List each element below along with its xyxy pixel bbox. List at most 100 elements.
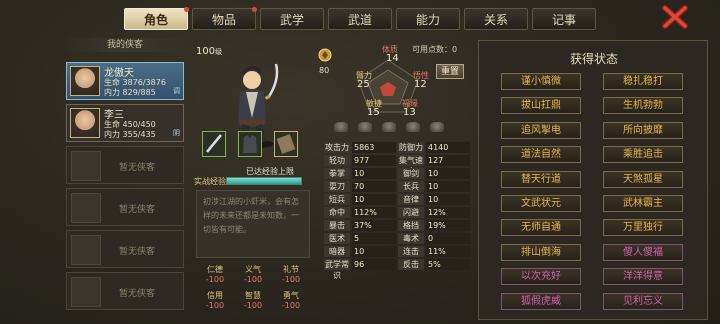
stat-row: 武学常识 96 反击 5% xyxy=(324,259,470,280)
status-badge[interactable]: 狐假虎威 xyxy=(501,292,581,310)
status-badge[interactable]: 洋洋得意 xyxy=(603,268,683,286)
exp-bar xyxy=(226,177,302,185)
weapon-icon xyxy=(206,134,222,153)
status-badge[interactable]: 排山倒海 xyxy=(501,243,581,261)
status-badge[interactable]: 傻人傻福 xyxy=(603,243,683,261)
empty-label: 暂无侠客 xyxy=(119,163,156,173)
stat-row: 耍刀 70 长兵 10 xyxy=(324,181,470,192)
stat-value: 11% xyxy=(426,246,470,257)
tab-character[interactable]: 角色 xyxy=(124,7,189,30)
virtue-value: -100 xyxy=(205,275,225,284)
exp-status-text: 已达经验上限 xyxy=(246,167,294,176)
stat-value: 5 xyxy=(352,233,396,244)
tab-relations[interactable]: 关系 xyxy=(464,8,528,30)
stat-row: 医术 5 毒术 0 xyxy=(324,233,470,244)
equip-armor-slot[interactable] xyxy=(238,131,262,157)
virtue-name: 智慧 xyxy=(245,291,261,300)
stat-label: 暗器 xyxy=(324,246,350,257)
avatar xyxy=(70,108,100,138)
tab-label: 物品 xyxy=(211,13,236,27)
status-panel: 获得状态 谨小慎微 稳扎稳打拔山扛鼎 生机勃勃追风掣电 所向披靡道法自然 乘胜追击替天行… xyxy=(478,40,708,320)
tab-label: 武道 xyxy=(347,13,372,27)
status-badge[interactable]: 拔山扛鼎 xyxy=(501,97,581,115)
close-icon[interactable] xyxy=(662,5,688,29)
status-badge[interactable]: 武林霸主 xyxy=(603,195,683,212)
stat-value: 19% xyxy=(426,220,470,231)
empty-label: 暂无侠客 xyxy=(119,289,156,299)
stat-value: 5% xyxy=(426,259,470,270)
status-badge[interactable]: 以次充好 xyxy=(501,268,581,286)
tab-label: 记事 xyxy=(551,13,576,27)
status-badge[interactable]: 稳扎稳打 xyxy=(603,73,683,90)
stat-label: 攻击力 xyxy=(324,142,350,153)
stat-value: 70 xyxy=(352,181,396,192)
gem-slot[interactable] xyxy=(334,122,348,132)
tab-journal[interactable]: 记事 xyxy=(532,8,596,30)
tab-ability[interactable]: 能力 xyxy=(396,8,460,30)
status-badge[interactable]: 谨小慎微 xyxy=(501,73,581,90)
stat-label: 御剑 xyxy=(398,168,424,179)
stat-label: 闪避 xyxy=(398,207,424,218)
virtue-cell: 礼节 -100 xyxy=(274,264,308,288)
empty-label: 暂无侠客 xyxy=(119,247,156,257)
empty-hero-slot[interactable]: 暂无侠客 xyxy=(66,272,184,310)
attr-value-tizhi: 14 xyxy=(386,53,399,64)
status-badge[interactable]: 天煞孤星 xyxy=(603,170,683,188)
status-badge[interactable]: 乘胜追击 xyxy=(603,146,683,164)
status-badge[interactable]: 追风掣电 xyxy=(501,121,581,139)
stat-label: 轻功 xyxy=(324,155,350,166)
scroll-icon xyxy=(276,134,296,154)
stat-value: 10 xyxy=(352,194,396,205)
equip-weapon-slot[interactable] xyxy=(202,131,226,157)
stat-label: 音律 xyxy=(398,194,424,205)
virtue-cell: 仁德 -100 xyxy=(198,264,232,288)
attr-value-biili: 25 xyxy=(357,79,370,90)
stat-label: 医术 xyxy=(324,233,350,244)
status-badge[interactable]: 文武状元 xyxy=(501,195,581,212)
reset-button[interactable]: 重置 xyxy=(436,64,464,79)
hero-card[interactable]: 李三 生命 450/450 内力 355/435 阴 xyxy=(66,104,184,142)
stat-label: 暴击 xyxy=(324,220,350,231)
tab-martial[interactable]: 武学 xyxy=(260,8,324,30)
status-badge[interactable]: 所向披靡 xyxy=(603,121,683,139)
stat-row: 轻功977集气速度127 xyxy=(324,155,470,176)
virtue-cell: 智慧 -100 xyxy=(236,290,270,314)
stat-value: 112% xyxy=(352,207,396,218)
tab-wudao[interactable]: 武道 xyxy=(328,8,392,30)
gem-slot[interactable] xyxy=(382,122,396,132)
virtue-value: -100 xyxy=(281,275,301,284)
available-points: 可用点数：0 xyxy=(412,45,458,54)
gem-slot[interactable] xyxy=(358,122,372,132)
gem-slot[interactable] xyxy=(430,122,444,132)
character-panel: 100级 80 可用点数：0 重置 体质 14 臂力 25 悟性 12 敏捷 1… xyxy=(190,38,472,322)
empty-hero-slot[interactable]: 暂无侠客 xyxy=(66,230,184,268)
level-unit: 级 xyxy=(215,48,223,56)
stat-value: 10 xyxy=(426,181,470,192)
empty-label: 暂无侠客 xyxy=(119,205,156,215)
level-value: 100 xyxy=(196,46,216,57)
equip-accessory-slot[interactable] xyxy=(274,131,298,157)
hero-tag: 阴 xyxy=(173,129,180,137)
stat-label: 防御力 xyxy=(398,142,424,153)
status-badge[interactable]: 万里独行 xyxy=(603,219,683,237)
status-badge[interactable]: 道法自然 xyxy=(501,146,581,164)
avatar xyxy=(70,66,100,96)
status-panel-title: 获得状态 xyxy=(569,52,618,66)
stat-value: 977 xyxy=(352,155,396,166)
empty-hero-slot[interactable]: 暂无侠客 xyxy=(66,146,184,184)
level: 100级 xyxy=(196,46,222,57)
status-badge[interactable]: 生机勃勃 xyxy=(603,97,683,115)
stat-value: 4140 +115 xyxy=(426,142,470,163)
virtue-cell: 勇气 -100 xyxy=(274,290,308,314)
status-badge[interactable]: 见利忘义 xyxy=(603,292,683,310)
hero-tag: 调 xyxy=(173,87,180,95)
hero-card[interactable]: 龙傲天 生命 3876/3876 内力 829/885 调 xyxy=(66,62,184,100)
tab-items[interactable]: 物品 xyxy=(192,7,257,30)
status-badge[interactable]: 替天行道 xyxy=(501,170,581,188)
virtue-cell: 义气 -100 xyxy=(236,264,270,288)
empty-hero-slot[interactable]: 暂无侠客 xyxy=(66,188,184,226)
gem-slot[interactable] xyxy=(406,122,420,132)
stat-value: 0 xyxy=(426,233,470,244)
status-badge[interactable]: 无师自通 xyxy=(501,219,581,237)
stat-label: 命中 xyxy=(324,207,350,218)
